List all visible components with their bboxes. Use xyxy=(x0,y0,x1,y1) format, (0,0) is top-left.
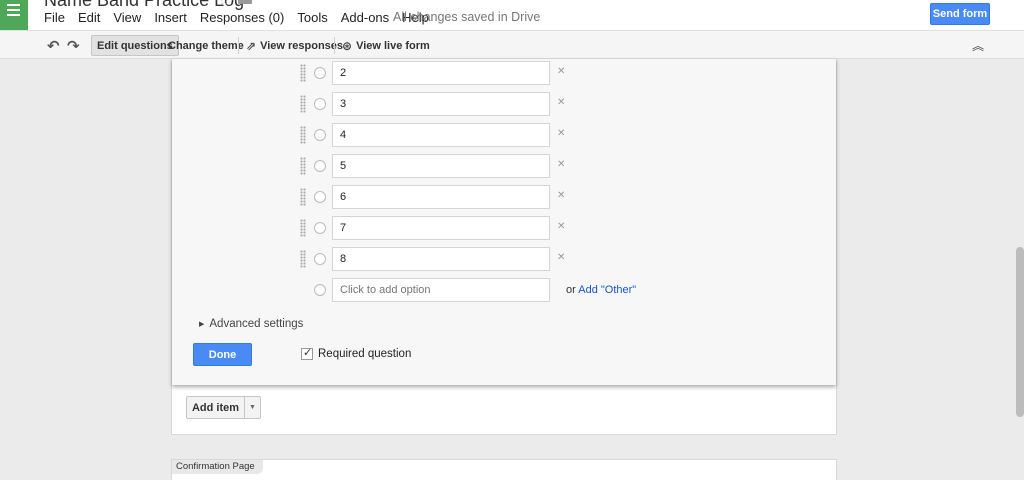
view-live-form-button[interactable]: ⊛ View live form xyxy=(337,35,435,56)
option-row: ✕ xyxy=(300,154,600,178)
remove-option-icon[interactable]: ✕ xyxy=(557,159,565,170)
add-other-link[interactable]: Add "Other" xyxy=(578,284,636,296)
option-input[interactable] xyxy=(332,185,550,209)
option-input[interactable] xyxy=(332,61,550,85)
collapse-icon[interactable]: ︽ xyxy=(972,37,984,54)
add-item-group: Add item ▼ xyxy=(186,396,261,419)
menu-tools[interactable]: Tools xyxy=(297,10,327,25)
radio-icon xyxy=(314,191,326,203)
star-icon[interactable]: ☆ xyxy=(218,0,231,9)
option-input[interactable] xyxy=(332,154,550,178)
radio-icon xyxy=(314,160,326,172)
option-row: ✕ xyxy=(300,92,600,116)
advanced-settings-toggle[interactable]: ▶ Advanced settings xyxy=(199,318,303,330)
radio-icon xyxy=(314,284,326,296)
option-row: ✕ xyxy=(300,185,600,209)
option-input[interactable] xyxy=(332,123,550,147)
view-responses-label: View responses xyxy=(260,39,344,52)
toolbar-divider xyxy=(334,37,335,54)
remove-option-icon[interactable]: ✕ xyxy=(557,66,565,77)
drag-handle-icon[interactable] xyxy=(300,126,306,144)
scrollbar[interactable] xyxy=(1016,247,1024,417)
option-row: ✕ xyxy=(300,247,600,271)
redo-icon[interactable]: ↷ xyxy=(62,35,85,56)
drag-handle-icon[interactable] xyxy=(300,219,306,237)
radio-icon xyxy=(314,67,326,79)
triangle-right-icon: ▶ xyxy=(199,320,205,328)
add-item-button[interactable]: Add item xyxy=(186,396,245,419)
view-responses-icon: ⇗ xyxy=(246,38,257,53)
option-row: ✕ xyxy=(300,123,600,147)
option-input[interactable] xyxy=(332,247,550,271)
option-input[interactable] xyxy=(332,92,550,116)
confirmation-page-card: Confirmation Page xyxy=(171,459,837,480)
menu-view[interactable]: View xyxy=(113,10,141,25)
option-row: ✕ xyxy=(300,216,600,240)
drag-handle-icon[interactable] xyxy=(300,64,306,82)
add-option-input[interactable] xyxy=(332,278,550,302)
chevron-down-icon[interactable]: ▼ xyxy=(245,396,261,419)
or-label: or xyxy=(566,284,579,296)
add-option-row: or Add "Other" xyxy=(300,278,636,302)
menu-bar: File Edit View Insert Responses (0) Tool… xyxy=(44,10,442,25)
view-live-form-label: View live form xyxy=(356,39,430,52)
menu-responses[interactable]: Responses (0) xyxy=(200,10,285,25)
menu-insert[interactable]: Insert xyxy=(154,10,187,25)
forms-logo-icon[interactable] xyxy=(0,0,28,30)
drag-handle-icon[interactable] xyxy=(300,250,306,268)
toolbar: ↶ ↷ Edit questions Change theme ⇗ View r… xyxy=(0,30,1024,59)
change-theme-button[interactable]: Change theme xyxy=(163,35,249,56)
drag-handle-icon[interactable] xyxy=(300,157,306,175)
menu-file[interactable]: File xyxy=(44,10,65,25)
radio-icon xyxy=(314,222,326,234)
confirmation-page-label: Confirmation Page xyxy=(172,460,263,474)
radio-icon xyxy=(314,253,326,265)
remove-option-icon[interactable]: ✕ xyxy=(557,252,565,263)
send-form-button[interactable]: Send form xyxy=(930,3,990,25)
option-row: ✕ xyxy=(300,61,600,85)
remove-option-icon[interactable]: ✕ xyxy=(557,190,565,201)
add-other-text: or Add "Other" xyxy=(566,284,636,296)
folder-icon[interactable] xyxy=(238,0,252,4)
remove-option-icon[interactable]: ✕ xyxy=(557,97,565,108)
done-button[interactable]: Done xyxy=(193,343,252,366)
option-input[interactable] xyxy=(332,216,550,240)
radio-icon xyxy=(314,98,326,110)
menu-edit[interactable]: Edit xyxy=(78,10,100,25)
required-checkbox[interactable] xyxy=(301,346,313,360)
drag-handle-icon[interactable] xyxy=(300,188,306,206)
toolbar-divider xyxy=(238,37,239,54)
view-responses-button[interactable]: ⇗ View responses xyxy=(241,35,348,56)
drag-handle-icon[interactable] xyxy=(300,95,306,113)
globe-icon: ⊛ xyxy=(342,38,353,53)
radio-icon xyxy=(314,129,326,141)
required-question-label: Required question xyxy=(318,348,412,360)
save-status: All changes saved in Drive xyxy=(393,10,541,24)
remove-option-icon[interactable]: ✕ xyxy=(557,221,565,232)
advanced-settings-label: Advanced settings xyxy=(209,318,304,330)
menu-addons[interactable]: Add-ons xyxy=(341,10,389,25)
remove-option-icon[interactable]: ✕ xyxy=(557,128,565,139)
app-header: Name Band Practice Log ☆ File Edit View … xyxy=(0,0,1024,30)
